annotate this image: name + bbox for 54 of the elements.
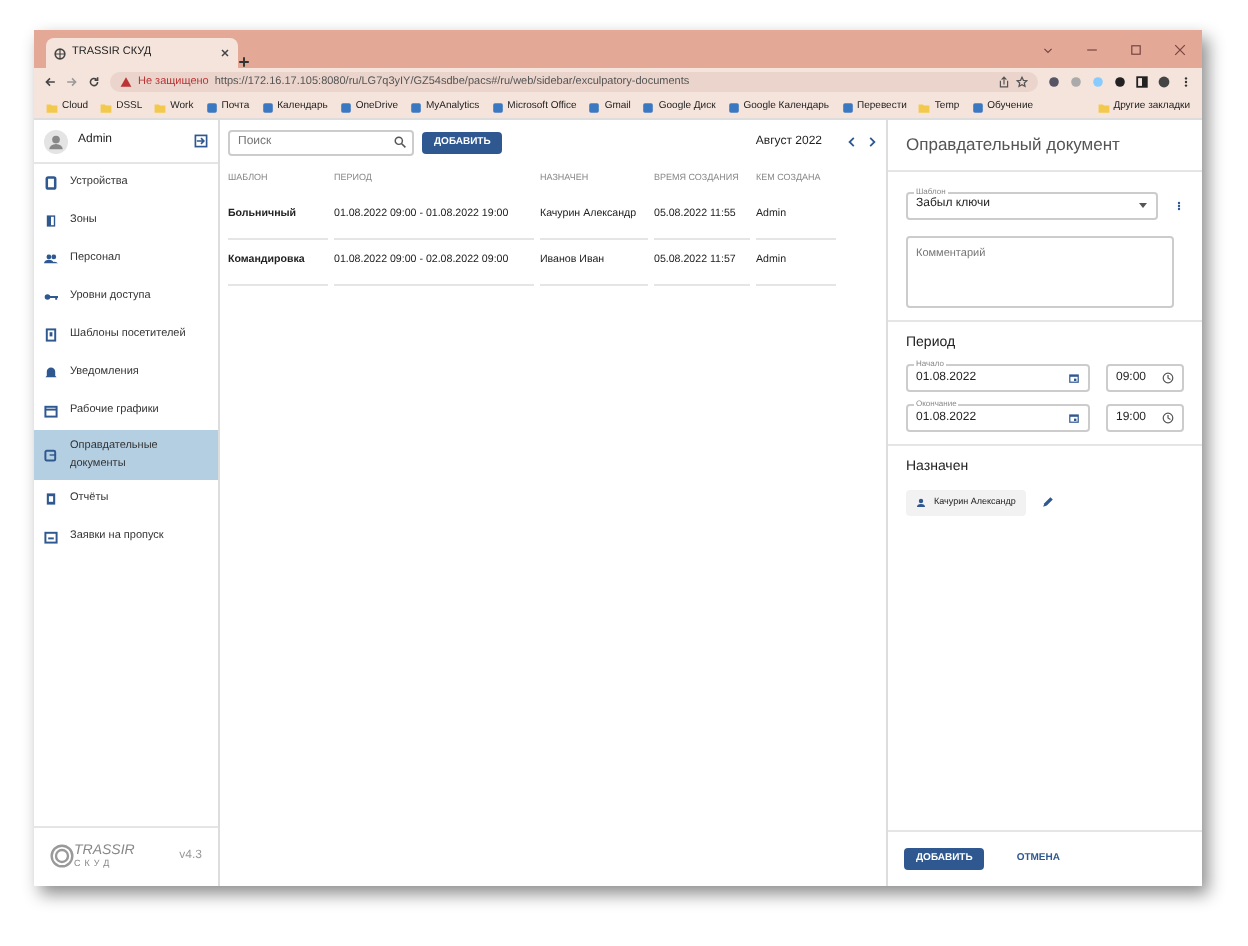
door-icon — [44, 214, 58, 228]
close-icon[interactable] — [1174, 43, 1186, 55]
folder-icon — [154, 101, 167, 113]
warning-icon — [120, 76, 132, 88]
folder-icon — [46, 101, 58, 113]
note-icon — [44, 448, 58, 462]
sidebar-icon[interactable] — [1136, 76, 1148, 88]
star-icon[interactable] — [1016, 76, 1028, 88]
folder-icon — [100, 101, 113, 113]
link-icon — [205, 101, 218, 113]
pass-icon — [44, 530, 58, 544]
link-icon — [841, 101, 854, 113]
person-icon — [916, 497, 926, 508]
pencil-icon[interactable] — [1041, 496, 1054, 509]
more-icon[interactable] — [1174, 197, 1184, 214]
dropdown-caret-icon — [1138, 200, 1148, 211]
profile-icon[interactable] — [1158, 76, 1170, 88]
key-icon — [44, 290, 58, 304]
link-icon — [642, 101, 655, 113]
reload-icon[interactable] — [88, 76, 100, 88]
search-icon — [394, 136, 406, 148]
panel-title: Оправдательный документ — [888, 120, 1202, 172]
avatar-icon — [44, 129, 68, 153]
globe-icon — [54, 47, 66, 59]
people-icon — [44, 252, 58, 266]
link-icon — [971, 101, 984, 113]
logo-ring-icon — [50, 844, 74, 869]
maximize-icon[interactable] — [1130, 43, 1142, 55]
link-icon — [588, 101, 601, 113]
calendar-icon — [44, 404, 58, 418]
calendar-icon[interactable] — [1068, 372, 1080, 385]
link-icon — [261, 101, 274, 113]
chevron-right-icon[interactable] — [866, 136, 878, 148]
more-icon[interactable] — [1180, 76, 1192, 88]
logout-icon[interactable] — [194, 134, 208, 148]
document-icon — [44, 328, 58, 342]
clock-icon[interactable] — [1162, 372, 1174, 385]
close-icon[interactable] — [220, 48, 230, 58]
link-icon — [409, 101, 422, 113]
device-icon — [44, 176, 58, 190]
folder-icon — [1097, 101, 1110, 113]
link-icon — [339, 101, 352, 113]
link-icon — [727, 101, 740, 113]
share-icon[interactable] — [998, 76, 1010, 88]
bell-icon — [44, 366, 58, 380]
folder-icon — [918, 101, 931, 113]
link-icon — [491, 101, 504, 113]
back-arrow-icon[interactable] — [44, 76, 56, 88]
chevron-left-icon[interactable] — [846, 136, 858, 148]
chevron-down-icon[interactable] — [1042, 43, 1054, 55]
clock-icon[interactable] — [1162, 412, 1174, 425]
plus-icon[interactable] — [238, 56, 250, 68]
report-icon — [44, 492, 58, 506]
calendar-icon[interactable] — [1068, 412, 1080, 425]
